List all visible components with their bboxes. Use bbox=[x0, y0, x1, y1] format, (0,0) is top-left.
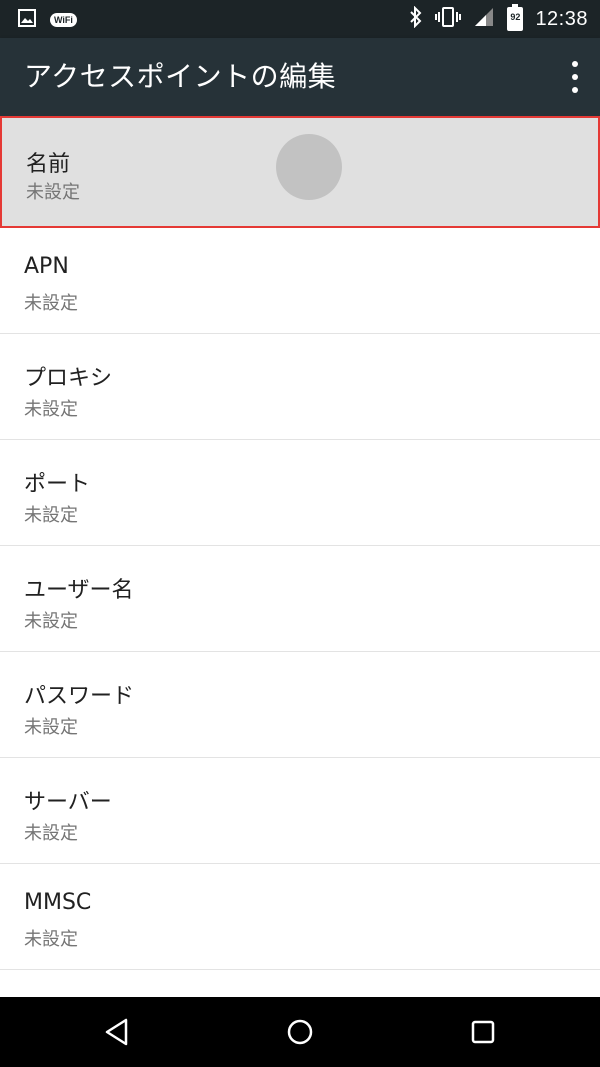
battery-level: 92 bbox=[510, 12, 521, 22]
setting-title: ユーザー名 bbox=[24, 578, 134, 603]
wifi-badge-icon: WiFi bbox=[50, 13, 77, 27]
vibrate-icon bbox=[435, 6, 462, 32]
setting-item-name[interactable]: 名前 未設定 bbox=[0, 116, 600, 228]
setting-summary: 未設定 bbox=[24, 823, 78, 844]
setting-summary: 未設定 bbox=[24, 505, 78, 526]
status-bar: WiFi 92 12:38 bbox=[0, 0, 600, 38]
recents-icon[interactable] bbox=[443, 997, 523, 1067]
settings-list: 名前 未設定 APN 未設定 プロキシ 未設定 ポート 未設定 ユーザー名 未設… bbox=[0, 116, 600, 970]
setting-title: サーバー bbox=[24, 790, 112, 815]
setting-summary: 未設定 bbox=[24, 717, 78, 738]
setting-title: ポート bbox=[24, 472, 91, 497]
setting-item-password[interactable]: パスワード 未設定 bbox=[0, 652, 600, 758]
more-vert-icon[interactable] bbox=[568, 61, 582, 93]
home-icon[interactable] bbox=[260, 997, 340, 1067]
page-title: アクセスポイントの編集 bbox=[24, 60, 337, 93]
setting-item-mmsc[interactable]: MMSC 未設定 bbox=[0, 864, 600, 970]
setting-summary: 未設定 bbox=[26, 182, 80, 203]
setting-title: パスワード bbox=[24, 684, 135, 709]
bluetooth-icon bbox=[409, 5, 423, 32]
setting-summary: 未設定 bbox=[24, 399, 78, 420]
setting-summary: 未設定 bbox=[24, 611, 78, 632]
setting-item-username[interactable]: ユーザー名 未設定 bbox=[0, 546, 600, 652]
status-bar-right: 92 12:38 bbox=[409, 0, 588, 38]
app-bar: アクセスポイントの編集 bbox=[0, 38, 600, 116]
status-time: 12:38 bbox=[535, 7, 588, 30]
setting-title: MMSC bbox=[24, 890, 92, 915]
setting-item-port[interactable]: ポート 未設定 bbox=[0, 440, 600, 546]
setting-item-apn[interactable]: APN 未設定 bbox=[0, 228, 600, 334]
setting-item-server[interactable]: サーバー 未設定 bbox=[0, 758, 600, 864]
signal-icon bbox=[473, 6, 495, 32]
battery-icon: 92 bbox=[507, 4, 524, 31]
setting-title: プロキシ bbox=[24, 366, 113, 391]
navigation-bar bbox=[0, 997, 600, 1067]
setting-summary: 未設定 bbox=[24, 293, 78, 314]
touch-ripple bbox=[276, 134, 342, 200]
back-icon[interactable] bbox=[77, 997, 157, 1067]
setting-title: 名前 bbox=[26, 152, 71, 177]
setting-item-proxy[interactable]: プロキシ 未設定 bbox=[0, 334, 600, 440]
status-bar-left: WiFi bbox=[18, 9, 77, 31]
image-icon bbox=[18, 9, 36, 31]
setting-summary: 未設定 bbox=[24, 929, 78, 950]
setting-title: APN bbox=[24, 254, 69, 279]
